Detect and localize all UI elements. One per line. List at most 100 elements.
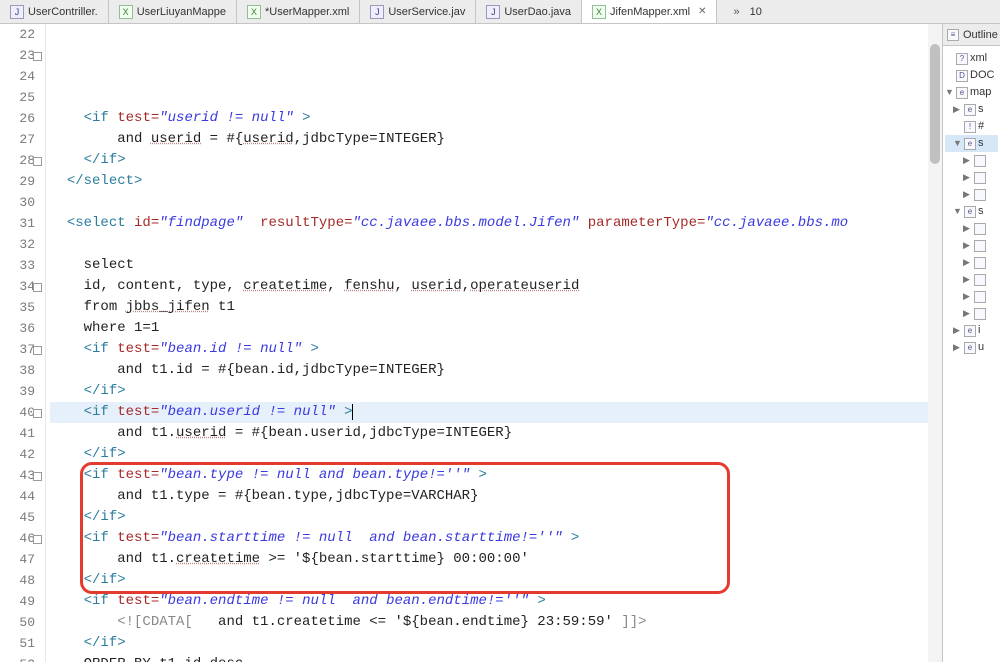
line-number[interactable]: 44 bbox=[0, 486, 43, 507]
line-number[interactable]: 41 bbox=[0, 423, 43, 444]
code-line[interactable] bbox=[50, 87, 942, 108]
triangle-right-icon[interactable]: ▶ bbox=[963, 271, 972, 288]
line-number[interactable]: 39 bbox=[0, 381, 43, 402]
code-line[interactable]: </select> bbox=[50, 171, 942, 192]
code-line[interactable]: </if> bbox=[50, 150, 942, 171]
outline-item[interactable]: ▶ bbox=[945, 237, 998, 254]
line-number[interactable]: 40 bbox=[0, 402, 43, 423]
line-number[interactable]: 28 bbox=[0, 150, 43, 171]
line-number[interactable]: 42 bbox=[0, 444, 43, 465]
outline-item[interactable]: ▶ bbox=[945, 220, 998, 237]
vertical-scrollbar[interactable] bbox=[928, 24, 942, 662]
triangle-right-icon[interactable]: ▶ bbox=[963, 220, 972, 237]
triangle-right-icon[interactable]: ▶ bbox=[963, 237, 972, 254]
outline-item[interactable]: D DOC bbox=[945, 67, 998, 84]
line-number[interactable]: 37 bbox=[0, 339, 43, 360]
code-line[interactable]: where 1=1 bbox=[50, 318, 942, 339]
outline-item[interactable]: ▶ bbox=[945, 271, 998, 288]
tab-overflow[interactable]: »10 bbox=[717, 0, 771, 23]
code-line[interactable]: <if test="bean.endtime != null and bean.… bbox=[50, 591, 942, 612]
line-number[interactable]: 51 bbox=[0, 633, 43, 654]
line-number[interactable]: 48 bbox=[0, 570, 43, 591]
code-line[interactable]: <if test="bean.type != null and bean.typ… bbox=[50, 465, 942, 486]
outline-item[interactable]: ▶ bbox=[945, 169, 998, 186]
line-number[interactable]: 45 bbox=[0, 507, 43, 528]
code-editor[interactable]: <if test="userid != null" > and userid =… bbox=[46, 24, 942, 662]
triangle-right-icon[interactable]: ▶ bbox=[953, 339, 962, 356]
code-line[interactable]: from jbbs_jifen t1 bbox=[50, 297, 942, 318]
triangle-down-icon[interactable]: ▼ bbox=[953, 135, 962, 152]
tab-usercontroller[interactable]: J UserContriller. bbox=[0, 0, 109, 23]
outline-item[interactable]: ▼e map bbox=[945, 84, 998, 101]
line-number[interactable]: 43 bbox=[0, 465, 43, 486]
line-number[interactable]: 27 bbox=[0, 129, 43, 150]
outline-item[interactable]: ! # bbox=[945, 118, 998, 135]
close-icon[interactable]: ✕ bbox=[698, 6, 706, 17]
tab-userdao[interactable]: J UserDao.java bbox=[476, 0, 582, 23]
outline-item[interactable]: ▶ bbox=[945, 254, 998, 271]
line-number[interactable]: 30 bbox=[0, 192, 43, 213]
line-number[interactable]: 46 bbox=[0, 528, 43, 549]
code-line[interactable]: <![CDATA[ and t1.createtime <= '${bean.e… bbox=[50, 612, 942, 633]
code-line[interactable]: and t1.type = #{bean.type,jdbcType=VARCH… bbox=[50, 486, 942, 507]
triangle-right-icon[interactable]: ▶ bbox=[963, 288, 972, 305]
line-number[interactable]: 31 bbox=[0, 213, 43, 234]
code-line[interactable]: </if> bbox=[50, 444, 942, 465]
scrollbar-thumb[interactable] bbox=[930, 44, 940, 164]
outline-item[interactable]: ▶ bbox=[945, 186, 998, 203]
outline-tree[interactable]: ? xmlD DOC▼e map▶e s! #▼e s▶ ▶ ▶ ▼e s▶ ▶… bbox=[943, 46, 1000, 360]
outline-item[interactable]: ▼e s bbox=[945, 203, 998, 220]
code-line[interactable]: and userid = #{userid,jdbcType=INTEGER} bbox=[50, 129, 942, 150]
line-number[interactable]: 35 bbox=[0, 297, 43, 318]
line-number[interactable]: 38 bbox=[0, 360, 43, 381]
triangle-right-icon[interactable]: ▶ bbox=[963, 152, 972, 169]
outline-item[interactable]: ? xml bbox=[945, 50, 998, 67]
tab-jifenmapper[interactable]: X JifenMapper.xml ✕ bbox=[582, 0, 717, 23]
triangle-right-icon[interactable]: ▶ bbox=[963, 254, 972, 271]
tab-usermapper[interactable]: X *UserMapper.xml bbox=[237, 0, 360, 23]
line-number[interactable]: 34 bbox=[0, 276, 43, 297]
line-number[interactable]: 47 bbox=[0, 549, 43, 570]
triangle-down-icon[interactable]: ▼ bbox=[953, 203, 962, 220]
line-number[interactable]: 33 bbox=[0, 255, 43, 276]
code-line[interactable]: id, content, type, createtime, fenshu, u… bbox=[50, 276, 942, 297]
line-number[interactable]: 29 bbox=[0, 171, 43, 192]
line-number-gutter[interactable]: 2223242526272829303132333435363738394041… bbox=[0, 24, 46, 662]
line-number[interactable]: 36 bbox=[0, 318, 43, 339]
line-number[interactable]: 25 bbox=[0, 87, 43, 108]
outline-item[interactable]: ▶ bbox=[945, 288, 998, 305]
line-number[interactable]: 52 bbox=[0, 654, 43, 662]
outline-item[interactable]: ▶ bbox=[945, 305, 998, 322]
line-number[interactable]: 32 bbox=[0, 234, 43, 255]
code-line[interactable]: </if> bbox=[50, 381, 942, 402]
code-line[interactable]: ORDER BY t1.id desc bbox=[50, 654, 942, 662]
triangle-right-icon[interactable]: ▶ bbox=[953, 322, 962, 339]
triangle-right-icon[interactable]: ▶ bbox=[963, 169, 972, 186]
code-line[interactable] bbox=[50, 192, 942, 213]
outline-item[interactable]: ▶e i bbox=[945, 322, 998, 339]
tab-userliuyanmapper[interactable]: X UserLiuyanMappe bbox=[109, 0, 237, 23]
triangle-right-icon[interactable]: ▶ bbox=[963, 305, 972, 322]
code-line[interactable]: <select id="findpage" resultType="cc.jav… bbox=[50, 213, 942, 234]
code-line[interactable]: </if> bbox=[50, 570, 942, 591]
code-line[interactable] bbox=[50, 234, 942, 255]
code-line[interactable]: </if> bbox=[50, 633, 942, 654]
code-line[interactable]: and t1.userid = #{bean.userid,jdbcType=I… bbox=[50, 423, 942, 444]
line-number[interactable]: 24 bbox=[0, 66, 43, 87]
line-number[interactable]: 23 bbox=[0, 45, 43, 66]
code-line[interactable]: <if test="userid != null" > bbox=[50, 108, 942, 129]
outline-item[interactable]: ▶e u bbox=[945, 339, 998, 356]
code-line[interactable]: <if test="bean.id != null" > bbox=[50, 339, 942, 360]
outline-item[interactable]: ▶ bbox=[945, 152, 998, 169]
outline-item[interactable]: ▶e s bbox=[945, 101, 998, 118]
line-number[interactable]: 22 bbox=[0, 24, 43, 45]
triangle-right-icon[interactable]: ▶ bbox=[963, 186, 972, 203]
triangle-right-icon[interactable]: ▶ bbox=[953, 101, 962, 118]
code-line[interactable]: select bbox=[50, 255, 942, 276]
code-line[interactable]: and t1.createtime >= '${bean.starttime} … bbox=[50, 549, 942, 570]
code-line[interactable]: and t1.id = #{bean.id,jdbcType=INTEGER} bbox=[50, 360, 942, 381]
line-number[interactable]: 26 bbox=[0, 108, 43, 129]
line-number[interactable]: 49 bbox=[0, 591, 43, 612]
outline-item[interactable]: ▼e s bbox=[945, 135, 998, 152]
code-line[interactable]: <if test="bean.starttime != null and bea… bbox=[50, 528, 942, 549]
